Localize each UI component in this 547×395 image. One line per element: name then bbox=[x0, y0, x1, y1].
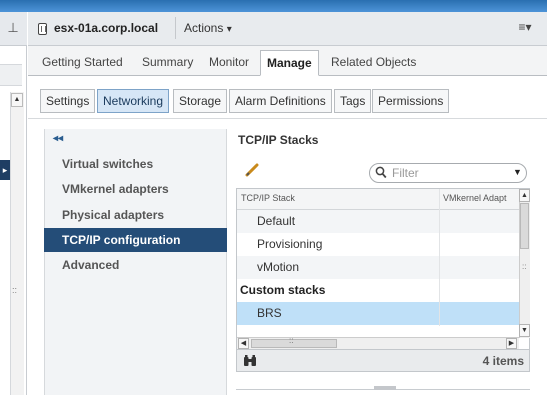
group-row-custom-stacks: Custom stacks bbox=[237, 279, 519, 302]
row-name: vMotion bbox=[257, 260, 300, 274]
host-icon bbox=[38, 23, 47, 35]
subtab-alarm-definitions[interactable]: Alarm Definitions bbox=[229, 89, 332, 113]
actions-label: Actions bbox=[184, 21, 224, 35]
resize-grip-icon[interactable]: :: bbox=[522, 262, 526, 271]
table-row[interactable]: vMotion bbox=[237, 256, 519, 279]
subtab-networking[interactable]: Networking bbox=[97, 89, 170, 113]
subtab-permissions[interactable]: Permissions bbox=[372, 89, 450, 113]
nav-item-virtual-switches[interactable]: Virtual switches bbox=[44, 152, 227, 176]
subtab-settings[interactable]: Settings bbox=[40, 89, 96, 113]
tab-manage[interactable]: Manage bbox=[260, 50, 319, 76]
scroll-up-arrow-icon[interactable]: ▲ bbox=[11, 93, 23, 107]
subtab-tags[interactable]: Tags bbox=[334, 89, 372, 113]
header-divider bbox=[175, 17, 176, 39]
menu-icon[interactable]: ≡▾ bbox=[512, 20, 538, 36]
filter-placeholder: Filter bbox=[392, 166, 419, 180]
group-label: Custom stacks bbox=[240, 283, 326, 297]
binoculars-icon[interactable] bbox=[243, 354, 257, 368]
splitter-handle[interactable] bbox=[374, 386, 396, 390]
column-header-tcpip-stack[interactable]: TCP/IP Stack bbox=[241, 193, 295, 203]
grip-icon: :: bbox=[289, 336, 294, 345]
row-name: BRS bbox=[257, 306, 282, 320]
nav-item-advanced[interactable]: Advanced bbox=[44, 253, 227, 277]
navigator-band bbox=[0, 64, 22, 86]
actions-menu[interactable]: Actions ▾ bbox=[184, 21, 232, 37]
scroll-left-arrow-icon[interactable]: ◀ bbox=[238, 338, 249, 349]
tab-related-objects[interactable]: Related Objects bbox=[325, 50, 422, 76]
subtab-storage[interactable]: Storage bbox=[173, 89, 228, 113]
search-icon bbox=[375, 166, 387, 180]
expand-navigator-icon[interactable]: ▸ bbox=[0, 160, 10, 180]
column-header-vmkernel-adapters[interactable]: VMkernel Adapt bbox=[443, 193, 507, 203]
pin-icon[interactable]: ⊥ bbox=[6, 20, 20, 36]
tab-monitor[interactable]: Monitor bbox=[203, 50, 255, 76]
resize-grip-icon[interactable]: :: bbox=[12, 285, 20, 295]
scroll-thumb[interactable] bbox=[520, 203, 529, 249]
host-name: esx-01a.corp.local bbox=[54, 21, 159, 35]
collapse-icon[interactable]: ◂◂ bbox=[53, 133, 63, 144]
table-row[interactable]: Provisioning bbox=[237, 233, 519, 256]
table-row[interactable]: Default bbox=[237, 210, 519, 233]
scroll-up-arrow-icon[interactable]: ▲ bbox=[519, 189, 530, 202]
row-name: Default bbox=[257, 214, 296, 228]
edit-pencil-icon[interactable] bbox=[245, 163, 259, 177]
table-row-selected[interactable]: BRS bbox=[237, 302, 519, 325]
row-name: Provisioning bbox=[257, 237, 323, 251]
scroll-down-arrow-icon[interactable]: ▼ bbox=[519, 324, 530, 337]
scroll-right-arrow-icon[interactable]: ▶ bbox=[506, 338, 517, 349]
nav-item-physical-adapters[interactable]: Physical adapters bbox=[44, 203, 227, 227]
top-bar bbox=[0, 0, 547, 12]
item-count: 4 items bbox=[482, 354, 524, 368]
panel-title: TCP/IP Stacks bbox=[238, 133, 319, 147]
nav-item-tcpip-configuration[interactable]: TCP/IP configuration bbox=[44, 228, 227, 252]
filter-dropdown-icon[interactable]: ▼ bbox=[513, 167, 522, 177]
tab-getting-started[interactable]: Getting Started bbox=[36, 50, 129, 76]
scroll-thumb[interactable] bbox=[251, 339, 337, 348]
column-divider[interactable] bbox=[439, 189, 440, 326]
tab-summary[interactable]: Summary bbox=[136, 50, 199, 76]
chevron-down-icon: ▾ bbox=[226, 24, 232, 35]
navigator-scrollbar[interactable] bbox=[10, 92, 24, 395]
nav-item-vmkernel-adapters[interactable]: VMkernel adapters bbox=[44, 177, 227, 201]
